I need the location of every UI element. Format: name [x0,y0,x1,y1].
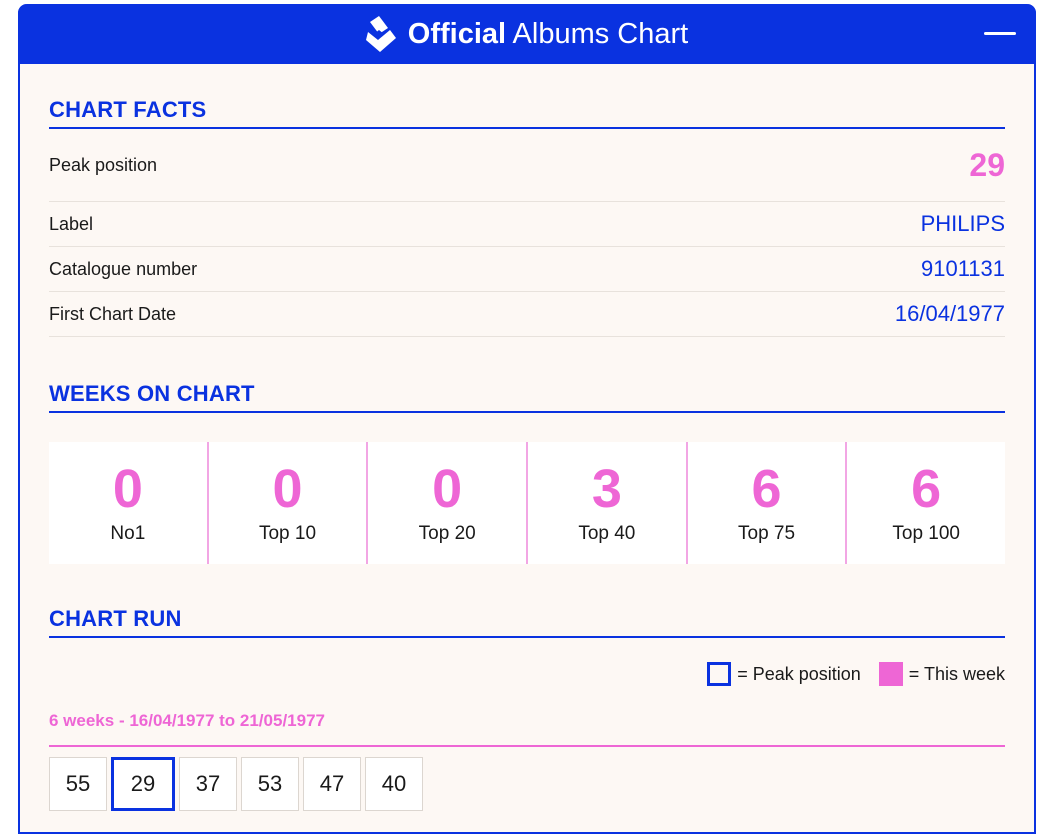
panel-content: CHART FACTS Peak position 29 Label PHILI… [49,64,1005,811]
chart-run-summary: 6 weeks - 16/04/1977 to 21/05/1977 [49,711,1005,747]
chart-run-week-box[interactable]: 53 [241,757,299,811]
brand-title: Official Albums Chart [407,17,689,50]
legend-peak-label: = Peak position [737,663,861,684]
fact-row-peak-position: Peak position 29 [49,129,1005,202]
panel-header: Official Albums Chart [18,4,1036,64]
week-count: 0 [272,459,303,519]
minus-icon [984,32,1016,35]
week-count: 6 [911,459,942,519]
fact-value-catalogue-number: 9101131 [920,256,1005,281]
fact-label: Catalogue number [49,258,198,279]
fact-label: Label [49,213,94,234]
week-count: 0 [432,459,463,519]
week-count: 6 [751,459,782,519]
this-week-square-icon [878,662,903,686]
chart-run-week-box-peak[interactable]: 29 [111,757,175,811]
weeks-on-chart-grid: 0 No1 0 Top 10 0 Top 20 3 Top 40 6 Top 7… [49,442,1005,564]
fact-value-peak: 29 [969,146,1005,183]
week-cell-top20: 0 Top 20 [368,442,529,564]
week-cell-no1: 0 No1 [49,442,209,564]
collapse-button[interactable] [982,24,1018,44]
fact-value-label-link[interactable]: PHILIPS [921,211,1005,237]
brand-title-light: Albums Chart [512,17,689,50]
fact-label: First Chart Date [49,303,177,324]
legend-this-week-label: = This week [908,663,1005,684]
week-cell-top100: 6 Top 100 [847,442,1005,564]
week-cell-top10: 0 Top 10 [209,442,369,564]
chart-run-week-box[interactable]: 37 [179,757,237,811]
brand-title-bold: Official [407,17,507,50]
fact-label: Peak position [49,154,158,175]
fact-row-label: Label PHILIPS [49,202,1005,247]
week-label: Top 20 [418,523,476,544]
week-count: 0 [112,459,143,519]
week-label: Top 100 [892,523,960,544]
week-label: No1 [110,523,146,544]
chart-run-week-box[interactable]: 40 [365,757,423,811]
chart-run-heading: CHART RUN [49,606,1005,638]
chart-facts-heading: CHART FACTS [49,97,1005,129]
chart-run-week-box[interactable]: 55 [49,757,107,811]
brand: Official Albums Chart [18,4,1036,64]
week-cell-top75: 6 Top 75 [688,442,848,564]
album-chart-panel: Official Albums Chart CHART FACTS Peak p… [18,4,1036,834]
week-label: Top 75 [738,523,796,544]
chart-run-positions: 55 29 37 53 47 40 [49,757,1005,811]
peak-position-square-icon [707,662,732,686]
week-cell-top40: 3 Top 40 [528,442,688,564]
fact-row-catalogue-number: Catalogue number 9101131 [49,247,1005,292]
week-label: Top 10 [258,523,317,544]
chart-run-week-box[interactable]: 47 [303,757,361,811]
weeks-on-chart-heading: WEEKS ON CHART [49,381,1005,413]
fact-row-first-chart-date: First Chart Date 16/04/1977 [49,292,1005,337]
fact-value-first-chart-date-link[interactable]: 16/04/1977 [895,301,1005,327]
week-label: Top 40 [578,523,636,544]
chart-run-legend: = Peak position = This week [49,662,1005,686]
week-count: 3 [591,459,622,519]
official-charts-logo-icon [365,16,396,52]
